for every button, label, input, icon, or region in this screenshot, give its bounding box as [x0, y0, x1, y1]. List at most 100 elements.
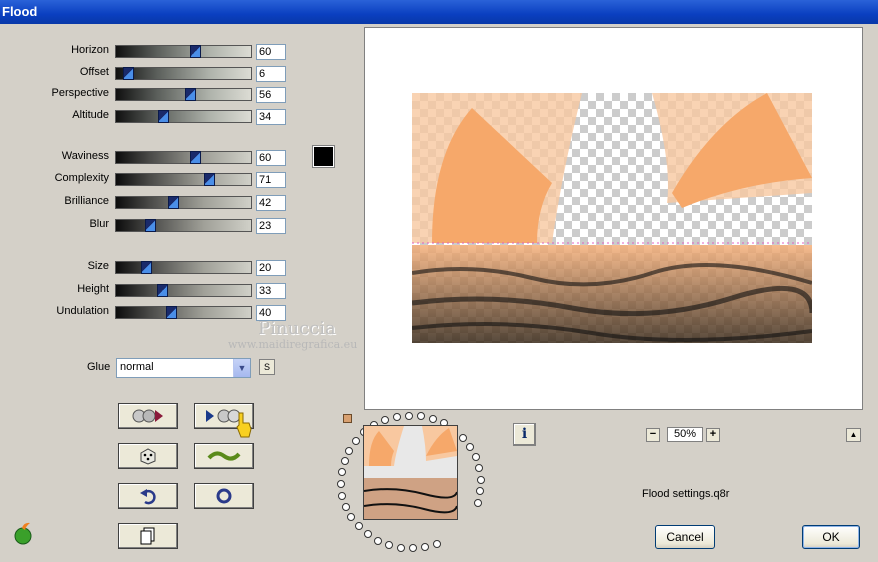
slider-label-brilliance: Brilliance — [64, 195, 109, 207]
navigator-ring-dot — [363, 530, 372, 539]
slider-horizon[interactable] — [115, 45, 252, 58]
slider-thumb[interactable] — [156, 284, 168, 297]
ring-icon — [216, 488, 232, 504]
navigator-ring-dot — [347, 512, 356, 521]
value-field-brilliance[interactable]: 42 — [256, 195, 286, 211]
chevron-down-icon[interactable]: ▼ — [233, 359, 250, 377]
wave-button[interactable] — [194, 443, 254, 469]
slider-label-horizon: Horizon — [71, 44, 109, 56]
navigator-handle[interactable] — [343, 414, 352, 423]
ok-button[interactable]: OK — [802, 525, 860, 549]
slider-thumb[interactable] — [190, 45, 202, 58]
slider-brilliance[interactable] — [115, 196, 252, 209]
thumbnail-graphic — [364, 426, 457, 519]
collapse-button[interactable]: ▲ — [846, 428, 861, 442]
slider-complexity[interactable] — [115, 173, 252, 186]
undo-button[interactable] — [118, 483, 178, 509]
slider-offset[interactable] — [115, 67, 252, 80]
window-title: Flood — [2, 4, 38, 19]
navigator-ring-dot — [392, 412, 401, 421]
navigator-ring-dot — [340, 457, 349, 466]
disc-play-icon — [132, 409, 163, 423]
value-field-altitude[interactable]: 34 — [256, 109, 286, 125]
navigator-ring-dot — [473, 498, 482, 507]
navigator-ring-dot — [475, 464, 484, 473]
navigator-ring-dot — [421, 543, 430, 552]
cancel-button[interactable]: Cancel — [655, 525, 715, 549]
value-field-waviness[interactable]: 60 — [256, 150, 286, 166]
slider-blur[interactable] — [115, 219, 252, 232]
navigator-ring-dot — [404, 411, 413, 420]
dice-icon — [140, 448, 156, 465]
info-button[interactable]: i — [513, 423, 536, 446]
navigator-ring-dot — [337, 468, 346, 477]
navigator-ring-dot — [432, 539, 441, 548]
wave-icon — [207, 451, 241, 461]
title-bar: Flood — [0, 0, 878, 24]
reset-button[interactable] — [194, 483, 254, 509]
random-button[interactable] — [118, 443, 178, 469]
navigator-ring-dot — [384, 541, 393, 550]
value-field-perspective[interactable]: 56 — [256, 87, 286, 103]
navigator-ring-dot — [354, 522, 363, 531]
slider-altitude[interactable] — [115, 110, 252, 123]
slider-label-height: Height — [77, 283, 109, 295]
navigator-ring-dot — [476, 475, 485, 484]
slider-thumb[interactable] — [165, 306, 177, 319]
color-swatch[interactable] — [312, 145, 335, 168]
value-field-height[interactable]: 33 — [256, 283, 286, 299]
watermark-name: Pinuccia — [258, 318, 336, 339]
slider-label-waviness: Waviness — [61, 150, 109, 162]
glue-select[interactable]: normal ▼ — [116, 358, 251, 378]
navigator-ring-dot — [408, 544, 417, 553]
value-field-complexity[interactable]: 71 — [256, 172, 286, 188]
value-field-horizon[interactable]: 60 — [256, 44, 286, 60]
copy-button[interactable] — [118, 523, 178, 549]
navigator-ring-dot — [351, 436, 360, 445]
slider-thumb[interactable] — [185, 88, 197, 101]
navigator-ring-dot — [380, 416, 389, 425]
zoom-level: 50% — [667, 427, 703, 442]
slider-label-size: Size — [87, 260, 109, 272]
slider-label-blur: Blur — [89, 218, 109, 230]
slider-thumb[interactable] — [144, 219, 156, 232]
value-field-size[interactable]: 20 — [256, 260, 286, 276]
navigator-ring-dot — [476, 487, 485, 496]
navigator-ring-dot — [341, 502, 350, 511]
value-field-offset[interactable]: 6 — [256, 66, 286, 82]
watermark-url: www.maidiregrafica.eu — [228, 338, 358, 351]
slider-label-complexity: Complexity — [54, 172, 109, 184]
zoom-in-button[interactable]: + — [706, 428, 720, 442]
slider-label-perspective: Perspective — [51, 87, 109, 99]
zoom-out-button[interactable]: − — [646, 428, 660, 442]
flood-preview-graphic — [412, 93, 812, 343]
navigator-ring-dot — [396, 543, 405, 552]
slider-size[interactable] — [115, 261, 252, 274]
slider-perspective[interactable] — [115, 88, 252, 101]
slider-waviness[interactable] — [115, 151, 252, 164]
slider-height[interactable] — [115, 284, 252, 297]
load-preset-button[interactable] — [118, 403, 178, 429]
settings-filename: Flood settings.q8r — [642, 488, 730, 500]
undo-icon — [140, 489, 156, 505]
navigator-ring-dot — [338, 491, 347, 500]
slider-thumb[interactable] — [140, 261, 152, 274]
preview-image — [412, 93, 812, 343]
navigator-thumbnail[interactable] — [363, 425, 458, 520]
slider-thumb[interactable] — [158, 110, 170, 123]
glue-s-button[interactable]: S — [259, 359, 275, 375]
slider-thumb[interactable] — [190, 151, 202, 164]
flaming-pear-logo-icon — [14, 522, 32, 545]
hand-pointer-icon — [236, 412, 252, 438]
slider-thumb[interactable] — [123, 67, 135, 80]
glue-value: normal — [120, 361, 154, 373]
slider-undulation[interactable] — [115, 306, 252, 319]
slider-thumb[interactable] — [204, 173, 216, 186]
navigator-ring-dot — [459, 433, 468, 442]
slider-label-undulation: Undulation — [56, 305, 109, 317]
value-field-blur[interactable]: 23 — [256, 218, 286, 234]
glue-label: Glue — [87, 361, 111, 373]
slider-label-altitude: Altitude — [72, 109, 109, 121]
slider-thumb[interactable] — [168, 196, 180, 209]
navigator-ring-dot — [466, 442, 475, 451]
